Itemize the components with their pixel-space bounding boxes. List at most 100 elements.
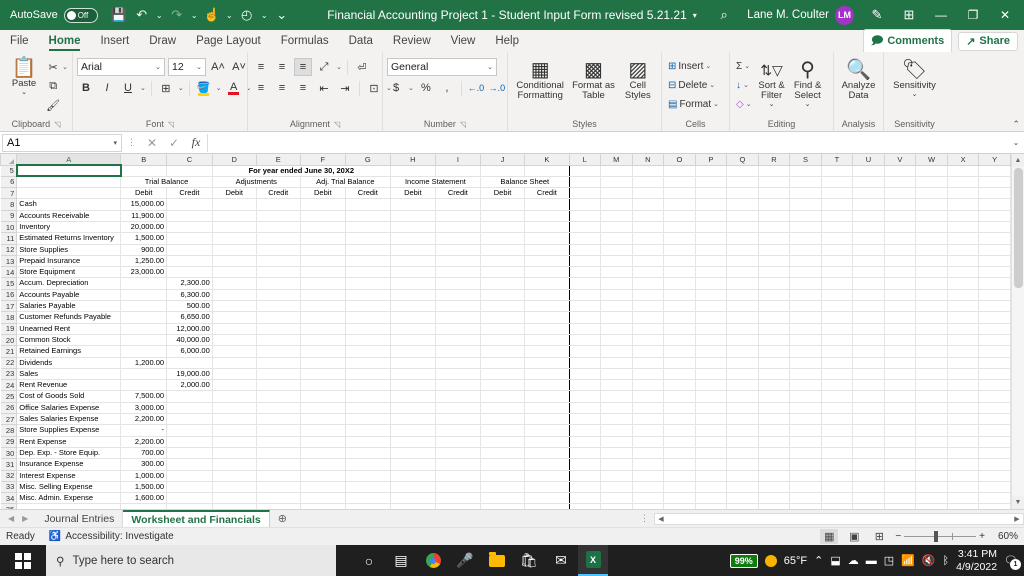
cell-L18[interactable] [568, 311, 601, 324]
cell-account-8[interactable]: Cash [16, 198, 122, 211]
cell-R7[interactable] [757, 187, 791, 200]
cell-V9[interactable] [883, 209, 917, 222]
cell-T5[interactable] [820, 164, 854, 177]
cell-R30[interactable] [757, 446, 791, 460]
cell-K21[interactable] [524, 345, 570, 358]
column-header-N[interactable]: N [631, 154, 665, 166]
taskbar-search[interactable]: ⚲ Type here to search [46, 545, 336, 576]
cell-R32[interactable] [757, 469, 791, 482]
cell-M30[interactable] [599, 446, 633, 460]
cell-N14[interactable] [631, 266, 665, 279]
cell-credit-22[interactable] [166, 356, 213, 369]
cell-L17[interactable] [568, 300, 601, 313]
cell-L22[interactable] [568, 356, 601, 369]
cell-debit-24[interactable] [120, 379, 168, 392]
cell-Q13[interactable] [726, 254, 759, 268]
cell-U12[interactable] [852, 243, 885, 256]
cell-account-29[interactable]: Rent Expense [16, 435, 122, 448]
underline-button[interactable]: U [119, 79, 137, 97]
cell-credit-35[interactable] [166, 503, 213, 509]
cell-S14[interactable] [789, 266, 822, 279]
tab-page-layout[interactable]: Page Layout [186, 30, 271, 52]
cell-I14[interactable] [434, 266, 481, 279]
prev-sheet-icon[interactable]: ◀ [8, 514, 14, 523]
cell-L5[interactable] [568, 164, 601, 177]
cell-N22[interactable] [631, 356, 665, 369]
cell-Q22[interactable] [726, 356, 759, 369]
cell-N5[interactable] [631, 164, 665, 177]
cell-T10[interactable] [820, 220, 854, 234]
cell-L35[interactable] [568, 503, 601, 509]
cell-E13[interactable] [255, 254, 301, 268]
cell-Q12[interactable] [726, 243, 759, 256]
cell-W29[interactable] [915, 435, 948, 448]
cell-S12[interactable] [789, 243, 822, 256]
cell-I12[interactable] [434, 243, 481, 256]
cell-U9[interactable] [852, 209, 885, 222]
cell-P15[interactable] [694, 277, 728, 290]
cell-J21[interactable] [479, 345, 526, 358]
conditional-formatting-button[interactable]: ▦ Conditional Formatting [512, 57, 568, 101]
italic-button[interactable]: I [98, 79, 116, 97]
cell-L26[interactable] [568, 401, 601, 415]
row-header-30[interactable]: 30 [0, 446, 18, 460]
cell-Y20[interactable] [978, 333, 1011, 347]
cell-account-30[interactable]: Dep. Exp. - Store Equip. [16, 446, 122, 460]
cell-credit-32[interactable] [166, 469, 213, 482]
cell-F15[interactable] [299, 277, 346, 290]
cell-R22[interactable] [757, 356, 791, 369]
cell-T31[interactable] [820, 458, 854, 471]
subheader-debit-4[interactable]: Debit [389, 187, 436, 200]
cell-O33[interactable] [663, 480, 696, 494]
cell-Q20[interactable] [726, 333, 759, 347]
cell-D15[interactable] [211, 277, 257, 290]
cell-P14[interactable] [694, 266, 728, 279]
cell-O35[interactable] [663, 503, 696, 509]
cell-M23[interactable] [599, 367, 633, 381]
cell-I10[interactable] [434, 220, 481, 234]
cell-D34[interactable] [211, 492, 257, 505]
cell-G29[interactable] [344, 435, 391, 448]
timer-dropdown-icon[interactable]: ⌄ [259, 11, 270, 20]
column-header-S[interactable]: S [789, 154, 822, 166]
cell-P33[interactable] [694, 480, 728, 494]
cell-X8[interactable] [946, 198, 980, 211]
cell-X34[interactable] [946, 492, 980, 505]
cell-E25[interactable] [255, 390, 301, 403]
cell-J17[interactable] [479, 300, 526, 313]
cell-K32[interactable] [524, 469, 570, 482]
cell-U25[interactable] [852, 390, 885, 403]
cell-E14[interactable] [255, 266, 301, 279]
cell-G35[interactable] [344, 503, 391, 509]
cell-N9[interactable] [631, 209, 665, 222]
cell-X17[interactable] [946, 300, 980, 313]
cell-E9[interactable] [255, 209, 301, 222]
cell-credit-21[interactable]: 6,000.00 [166, 345, 213, 358]
cell-T33[interactable] [820, 480, 854, 494]
font-size-combo[interactable]: 12 ⌄ [168, 58, 206, 76]
cell-N7[interactable] [631, 187, 665, 200]
cell-G22[interactable] [344, 356, 391, 369]
cell-S25[interactable] [789, 390, 822, 403]
cell-O29[interactable] [663, 435, 696, 448]
cell-X20[interactable] [946, 333, 980, 347]
cell-X14[interactable] [946, 266, 980, 279]
cell-W35[interactable] [915, 503, 948, 509]
cell-V12[interactable] [883, 243, 917, 256]
column-header-T[interactable]: T [820, 154, 854, 166]
cell-N27[interactable] [631, 413, 665, 426]
restore-button[interactable]: ❐ [958, 0, 988, 30]
cell-P35[interactable] [694, 503, 728, 509]
cell-L32[interactable] [568, 469, 601, 482]
cell-D23[interactable] [211, 367, 257, 381]
cell-H30[interactable] [389, 446, 436, 460]
cell-W8[interactable] [915, 198, 948, 211]
row-header-29[interactable]: 29 [0, 435, 18, 448]
cell-M18[interactable] [599, 311, 633, 324]
autosum-button[interactable]: Σ ⌄ [734, 57, 754, 75]
cell-debit-13[interactable]: 1,250.00 [120, 254, 168, 268]
cell-Q7[interactable] [726, 187, 759, 200]
column-header-L[interactable]: L [568, 154, 601, 166]
section-header-adj-trial-balance[interactable]: Adj. Trial Balance [299, 175, 391, 189]
cell-G19[interactable] [344, 322, 391, 335]
